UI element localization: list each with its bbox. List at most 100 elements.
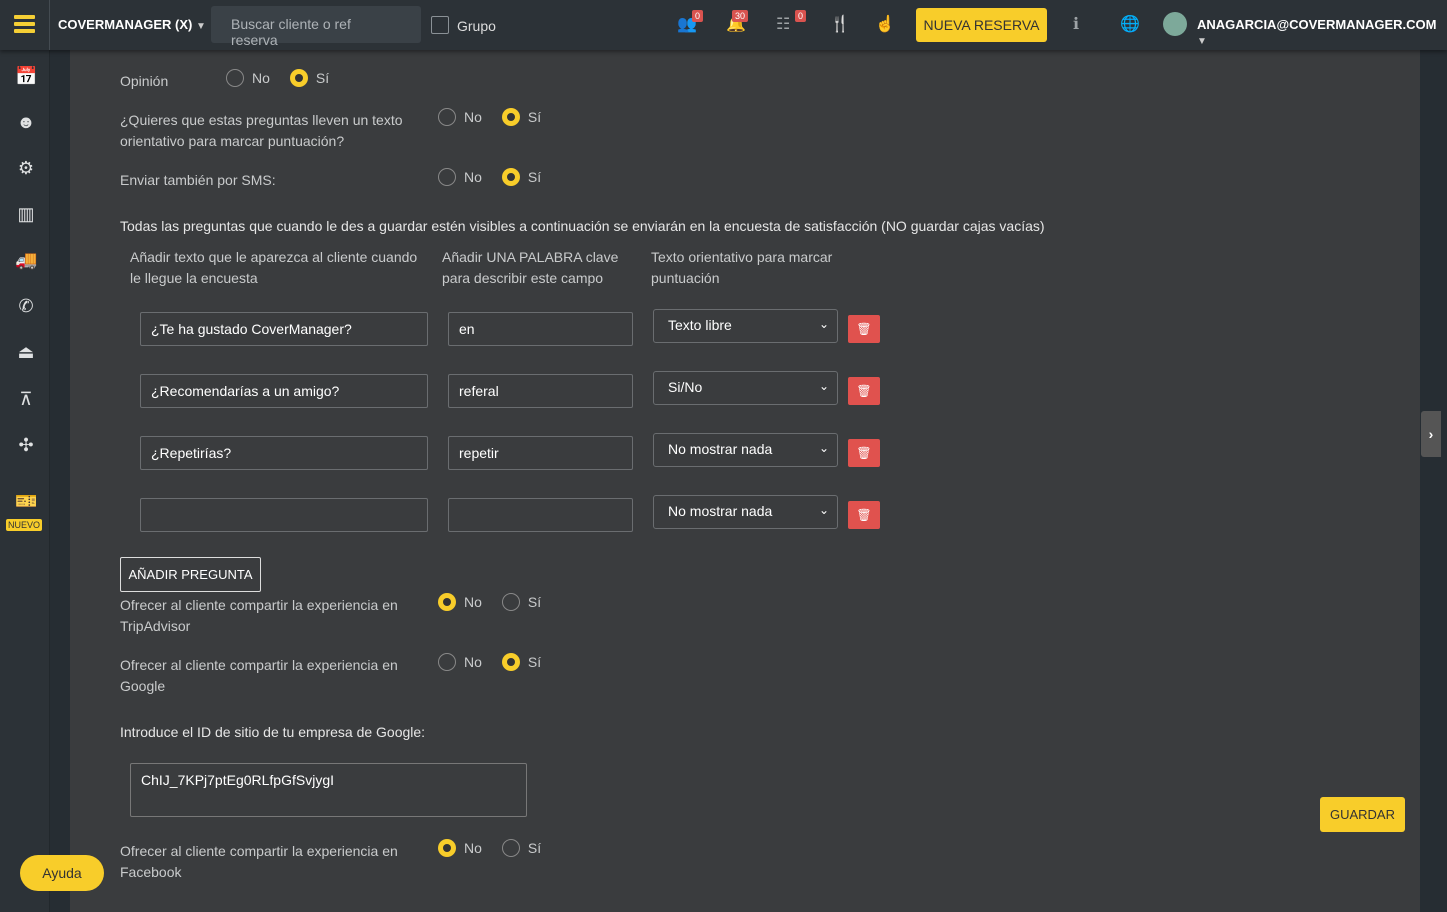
phone-icon[interactable]: ✆ (15, 295, 37, 317)
selected-value: No mostrar nada (668, 441, 773, 457)
trash-icon: 🗑 (856, 322, 872, 336)
question-type-select[interactable]: Si/No ⌄ (653, 371, 838, 405)
hand-pointer-icon[interactable]: ☝ (875, 14, 895, 34)
delete-question-button[interactable]: 🗑 (848, 315, 880, 343)
tripadvisor-radio-group: No Sí (438, 593, 555, 611)
question-type-select[interactable]: Texto libre ⌄ (653, 309, 838, 343)
group-label: Grupo (457, 18, 496, 34)
question-keyword-input[interactable]: repetir (448, 436, 633, 470)
chevron-down-icon: ⌄ (818, 441, 829, 455)
google-yes-radio[interactable]: Sí (501, 653, 542, 671)
gamepad-icon[interactable]: ✣ (15, 434, 37, 456)
selected-value: No mostrar nada (668, 503, 773, 519)
tasks-badge: 0 (795, 10, 807, 22)
question-keyword-input[interactable]: referal (448, 374, 633, 408)
orientative-no-radio[interactable]: No (438, 108, 482, 126)
radio-label: No (464, 840, 482, 856)
delete-question-button[interactable]: 🗑 (848, 377, 880, 405)
question-text-input[interactable]: ¿Recomendarías a un amigo? (140, 374, 428, 408)
truck-icon[interactable]: 🚚 (15, 249, 37, 271)
sms-no-radio[interactable]: No (438, 168, 482, 186)
tripadvisor-no-radio[interactable]: No (438, 593, 482, 611)
table-icon[interactable]: ⊼ (15, 388, 37, 410)
top-bar: COVERMANAGER (X) ▼ Buscar cliente o ref … (0, 0, 1447, 50)
caret-down-icon: ▼ (195, 21, 206, 32)
facebook-label: Ofrecer al cliente compartir la experien… (120, 843, 398, 880)
restaurant-name: COVERMANAGER (X) (58, 17, 193, 32)
radio-label: No (464, 654, 482, 670)
trash-icon: 🗑 (856, 508, 872, 522)
question-type-select[interactable]: No mostrar nada ⌄ (653, 495, 838, 529)
gear-icon[interactable]: ⚙ (15, 157, 37, 179)
divider (49, 0, 50, 50)
calendar-icon[interactable]: 📅 (15, 65, 37, 87)
info-text: Todas las preguntas que cuando le des a … (120, 218, 1045, 234)
selected-value: Texto libre (668, 317, 732, 333)
new-badge: NUEVO (6, 519, 43, 531)
ticket-icon[interactable]: 🎫 (15, 490, 37, 512)
radio-label: No (464, 169, 482, 185)
question-type-select[interactable]: No mostrar nada ⌄ (653, 433, 838, 467)
face-icon[interactable]: ☻ (15, 111, 37, 133)
column-header-text: Añadir texto que le aparezca al cliente … (130, 249, 418, 286)
tripadvisor-yes-radio[interactable]: Sí (501, 593, 542, 611)
chart-icon[interactable]: ▥ (15, 203, 37, 225)
sms-label: Enviar también por SMS: (120, 172, 276, 188)
delete-question-button[interactable]: 🗑 (848, 501, 880, 529)
group-checkbox[interactable] (431, 16, 449, 34)
tasks-icon[interactable]: ☷ (776, 14, 790, 34)
notifications-badge: 30 (732, 10, 749, 22)
question-text-input[interactable]: ¿Repetirías? (140, 436, 428, 470)
search-input[interactable]: Buscar cliente o ref reserva (211, 6, 421, 48)
info-icon[interactable]: ℹ (1073, 14, 1079, 34)
globe-icon[interactable]: 🌐 (1120, 14, 1140, 34)
google-id-textarea[interactable]: ChIJ_7KPj7ptEg0RLfpGfSvjygI (130, 763, 527, 817)
orientative-radio-group: No Sí (438, 108, 555, 126)
google-no-radio[interactable]: No (438, 653, 482, 671)
opinion-label: Opinión (120, 73, 169, 89)
user-email: ANAGARCIA@COVERMANAGER.COM (1197, 17, 1437, 32)
column-header-keyword: Añadir UNA PALABRA clave para describir … (442, 249, 619, 286)
delete-question-button[interactable]: 🗑 (848, 439, 880, 467)
chevron-down-icon: ⌄ (818, 503, 829, 517)
cutlery-icon[interactable]: 🍴 (830, 14, 850, 34)
question-text-input[interactable] (140, 498, 428, 532)
column-header-orientative: Texto orientativo para marcar puntuación (651, 249, 833, 286)
trash-icon: 🗑 (856, 384, 872, 398)
radio-label: Sí (527, 169, 542, 185)
opinion-yes-radio[interactable]: Sí (289, 69, 330, 87)
radio-label: Sí (527, 840, 542, 856)
expand-panel-chevron-icon[interactable]: › (1421, 411, 1441, 457)
add-question-button[interactable]: AÑADIR PREGUNTA (120, 557, 261, 592)
google-id-label: Introduce el ID de sitio de tu empresa d… (120, 724, 426, 740)
radio-label: Sí (527, 654, 542, 670)
save-button[interactable]: GUARDAR (1320, 797, 1405, 832)
cloche-icon[interactable]: ⏏ (15, 341, 37, 363)
help-button[interactable]: Ayuda (20, 855, 104, 891)
orientative-yes-radio[interactable]: Sí (501, 108, 541, 126)
question-keyword-input[interactable] (448, 498, 633, 532)
restaurant-selector[interactable]: COVERMANAGER (X) ▼ (58, 17, 206, 32)
selected-value: Si/No (668, 379, 703, 395)
orientative-label: ¿Quieres que estas preguntas lleven un t… (120, 112, 403, 149)
opinion-radio-group: No Sí (226, 69, 343, 87)
google-radio-group: No Sí (438, 653, 555, 671)
radio-label: Sí (315, 70, 330, 86)
new-booking-button[interactable]: NUEVA RESERVA (916, 8, 1047, 42)
radio-label: Sí (527, 594, 542, 610)
avatar[interactable] (1163, 12, 1187, 36)
radio-label: No (464, 594, 482, 610)
facebook-no-radio[interactable]: No (438, 839, 482, 857)
radio-label: No (252, 70, 270, 86)
radio-label: No (464, 109, 482, 125)
chevron-down-icon: ⌄ (818, 317, 829, 331)
sms-yes-radio[interactable]: Sí (501, 168, 542, 186)
question-keyword-input[interactable]: en (448, 312, 633, 346)
facebook-yes-radio[interactable]: Sí (501, 839, 542, 857)
user-menu[interactable]: ANAGARCIA@COVERMANAGER.COM ▼ (1197, 17, 1447, 47)
clients-badge: 0 (692, 10, 704, 22)
question-text-input[interactable]: ¿Te ha gustado CoverManager? (140, 312, 428, 346)
facebook-radio-group: No Sí (438, 839, 555, 857)
menu-icon[interactable] (14, 15, 35, 33)
opinion-no-radio[interactable]: No (226, 69, 270, 87)
